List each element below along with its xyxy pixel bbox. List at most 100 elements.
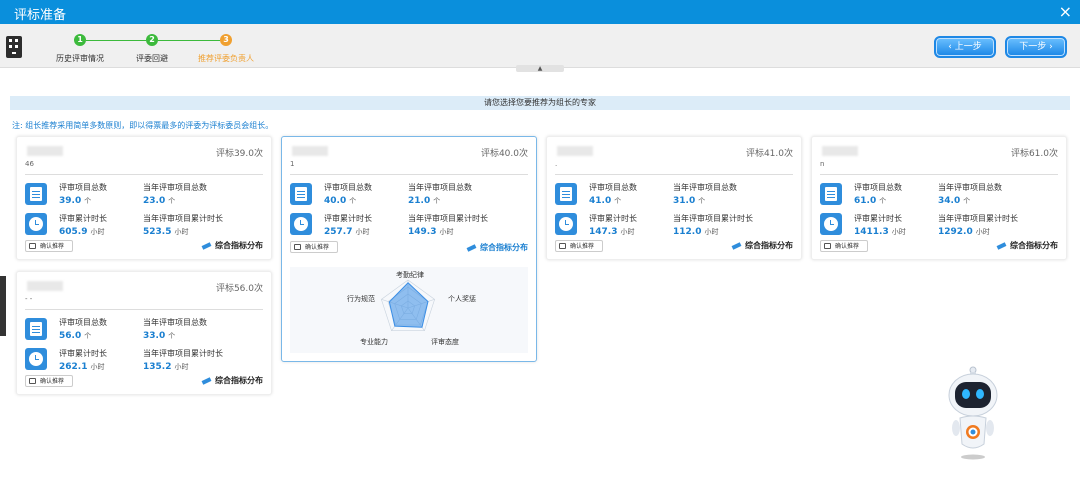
confirm-recommend-button[interactable]: 确认推荐 — [25, 375, 73, 387]
clock-icon — [25, 348, 47, 370]
prev-step-label: 上一步 — [954, 42, 982, 52]
thumbs-up-icon — [294, 244, 301, 250]
indicator-distribution-link[interactable]: 综合指标分布 — [201, 240, 263, 251]
next-step-button[interactable]: 下一步 › — [1005, 36, 1067, 58]
expert-card[interactable]: - - 评标56.0次 评审项目总数 56.0 个 当年评审项目总数 33.0 个 … — [16, 271, 272, 395]
expert-code: n — [820, 160, 825, 168]
distribution-label: 综合指标分布 — [480, 243, 528, 252]
expert-card[interactable]: 1 评标40.0次 评审项目总数 40.0 个 当年评审项目总数 21.0 个 评审… — [281, 136, 537, 362]
total-projects-label: 评审项目总数 — [589, 183, 637, 192]
thumbs-up-icon — [29, 243, 36, 249]
distribution-label: 综合指标分布 — [1010, 241, 1058, 250]
year-hours-label: 当年评审项目累计时长 — [143, 214, 223, 223]
clock-icon — [555, 213, 577, 235]
total-projects-value: 40.0 个 — [324, 196, 357, 206]
expert-card[interactable]: n 评标61.0次 评审项目总数 61.0 个 当年评审项目总数 34.0 个 评审… — [811, 136, 1067, 260]
step-connector — [86, 40, 146, 41]
main-content: 请您选择您要推荐为组长的专家 注: 组长推荐采用简单多数原则，即以得票最多的评委… — [10, 96, 1070, 481]
total-hours-label: 评审累计时长 — [589, 214, 637, 223]
collapse-toggle[interactable]: ▲ — [516, 65, 564, 72]
year-hours-value: 135.2 小时 — [143, 362, 189, 372]
step-2-label[interactable]: 评委回避 — [136, 53, 168, 64]
year-projects-label: 当年评审项目总数 — [938, 183, 1002, 192]
year-hours-value: 149.3 小时 — [408, 227, 454, 237]
total-hours-value: 1411.3 小时 — [854, 227, 906, 237]
chevron-up-icon: ▲ — [537, 65, 543, 72]
year-projects-label: 当年评审项目总数 — [143, 318, 207, 327]
confirm-recommend-button[interactable]: 确认推荐 — [290, 241, 338, 253]
expert-card[interactable]: . 评标41.0次 评审项目总数 41.0 个 当年评审项目总数 31.0 个 评审… — [546, 136, 802, 260]
year-projects-value: 33.0 个 — [143, 331, 176, 341]
expert-code: - - — [25, 295, 33, 303]
year-projects-value: 31.0 个 — [673, 196, 706, 206]
edit-icon — [201, 241, 212, 250]
confirm-label: 确认推荐 — [40, 243, 65, 250]
side-tab[interactable] — [0, 276, 6, 336]
step-3-marker: 3 — [220, 34, 232, 46]
prev-step-button[interactable]: ‹ 上一步 — [934, 36, 996, 58]
divider — [290, 174, 528, 175]
indicator-distribution-link[interactable]: 综合指标分布 — [996, 240, 1058, 251]
expert-name-redacted — [27, 146, 63, 156]
distribution-label: 综合指标分布 — [215, 241, 263, 250]
total-hours-value: 605.9 小时 — [59, 227, 105, 237]
indicator-distribution-link[interactable]: 综合指标分布 — [201, 375, 263, 386]
next-step-label: 下一步 — [1019, 42, 1047, 52]
year-projects-value: 21.0 个 — [408, 196, 441, 206]
year-hours-value: 523.5 小时 — [143, 227, 189, 237]
confirm-label: 确认推荐 — [305, 244, 330, 251]
expert-card[interactable]: 46 评标39.0次 评审项目总数 39.0 个 当年评审项目总数 23.0 个 评… — [16, 136, 272, 260]
evaluation-count: 评标40.0次 — [480, 149, 528, 159]
menu-grid-icon[interactable] — [6, 36, 22, 58]
thumbs-up-icon — [824, 243, 831, 249]
radar-axis-label: 个人奖惩 — [448, 295, 476, 303]
robot-assistant[interactable] — [943, 362, 1003, 462]
indicator-distribution-link[interactable]: 综合指标分布 — [731, 240, 793, 251]
evaluation-count: 评标39.0次 — [215, 149, 263, 159]
document-icon — [290, 183, 312, 205]
radar-axis-label: 考勤纪律 — [396, 271, 424, 279]
document-icon — [25, 318, 47, 340]
confirm-recommend-button[interactable]: 确认推荐 — [820, 240, 868, 252]
total-projects-label: 评审项目总数 — [854, 183, 902, 192]
total-hours-label: 评审累计时长 — [59, 349, 107, 358]
close-icon[interactable]: × — [1059, 2, 1072, 21]
step-2-marker: 2 — [146, 34, 158, 46]
total-projects-label: 评审项目总数 — [59, 318, 107, 327]
wizard-header: 1 2 3 历史评审情况 评委回避 推荐评委负责人 ‹ 上一步 下一步 › — [0, 24, 1080, 68]
clock-icon — [820, 213, 842, 235]
year-hours-label: 当年评审项目累计时长 — [673, 214, 753, 223]
edit-icon — [466, 243, 477, 252]
year-hours-label: 当年评审项目累计时长 — [408, 214, 488, 223]
expert-name-redacted — [292, 146, 328, 156]
total-projects-label: 评审项目总数 — [324, 183, 372, 192]
window-title: 评标准备 — [14, 8, 67, 23]
confirm-recommend-button[interactable]: 确认推荐 — [555, 240, 603, 252]
thumbs-up-icon — [29, 378, 36, 384]
year-hours-label: 当年评审项目累计时长 — [938, 214, 1018, 223]
total-hours-label: 评审累计时长 — [324, 214, 372, 223]
expert-code: 46 — [25, 160, 34, 168]
divider — [25, 309, 263, 310]
edit-icon — [996, 241, 1007, 250]
radar-chart: 考勤纪律 个人奖惩 评审态度 专业能力 行为规范 — [290, 267, 528, 353]
expert-name-redacted — [557, 146, 593, 156]
confirm-label: 确认推荐 — [835, 243, 860, 250]
thumbs-up-icon — [559, 243, 566, 249]
edit-icon — [201, 376, 212, 385]
step-1-label[interactable]: 历史评审情况 — [56, 53, 104, 64]
total-hours-value: 257.7 小时 — [324, 227, 370, 237]
step-3-label[interactable]: 推荐评委负责人 — [198, 53, 254, 64]
total-projects-value: 39.0 个 — [59, 196, 92, 206]
confirm-recommend-button[interactable]: 确认推荐 — [25, 240, 73, 252]
radar-axis-label: 评审态度 — [431, 338, 459, 346]
indicator-distribution-link[interactable]: 综合指标分布 — [466, 242, 528, 253]
expert-code: 1 — [290, 160, 295, 168]
instruction-banner: 请您选择您要推荐为组长的专家 — [10, 96, 1070, 110]
document-icon — [555, 183, 577, 205]
year-projects-label: 当年评审项目总数 — [408, 183, 472, 192]
edit-icon — [731, 241, 742, 250]
expert-name-redacted — [27, 281, 63, 291]
window-titlebar: 评标准备 × — [0, 0, 1080, 24]
radar-axis-label: 行为规范 — [347, 295, 375, 303]
